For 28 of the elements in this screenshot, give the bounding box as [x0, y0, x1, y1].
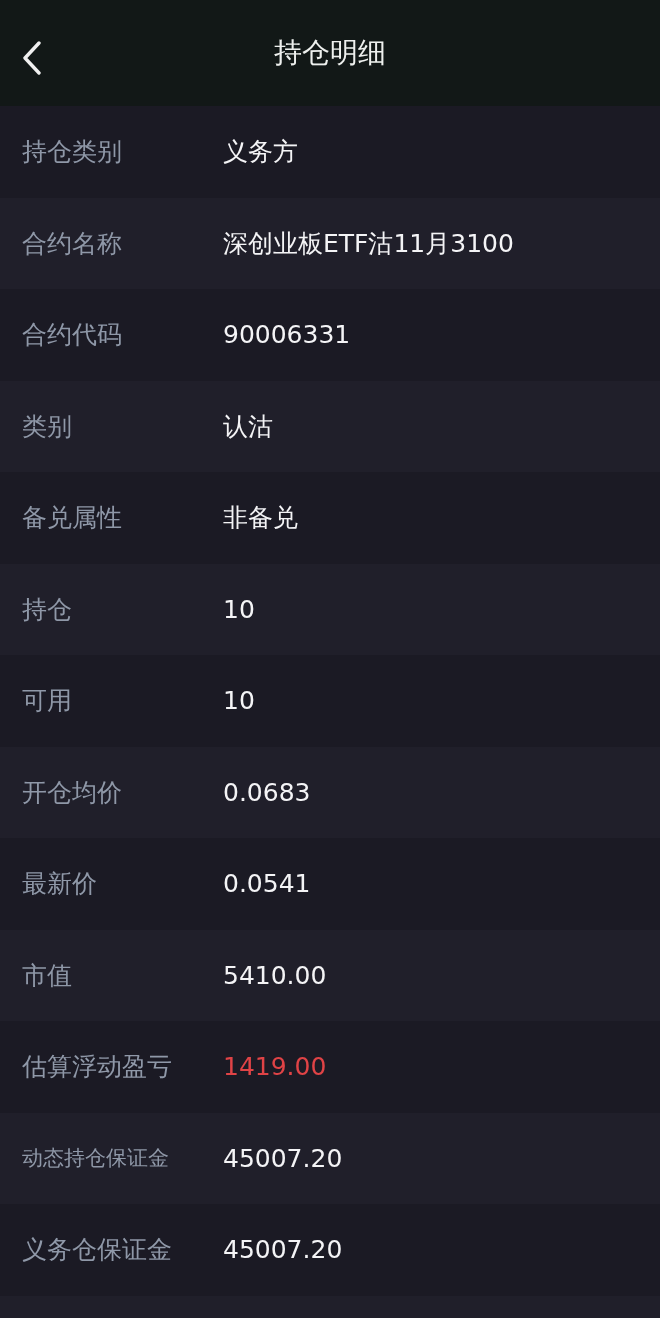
field-value: 0.0683: [223, 777, 311, 807]
field-label: 合约名称: [22, 227, 123, 260]
field-label: 持仓: [22, 593, 73, 626]
field-value: 10: [223, 686, 255, 716]
field-label: 合约代码: [22, 319, 123, 352]
field-value: 深创业板ETF沽11月3100: [223, 227, 514, 260]
field-value: 45007.20: [223, 1143, 343, 1173]
field-label: 开仓均价: [22, 776, 123, 809]
field-value: 1419.00: [223, 1052, 327, 1082]
field-label: 估算浮动盈亏: [22, 1051, 173, 1084]
field-label: 义务仓保证金: [22, 1234, 173, 1267]
field-label: 持仓类别: [22, 136, 123, 169]
field-label: 备兑属性: [22, 502, 123, 535]
field-label: 类别: [22, 410, 73, 443]
field-value: 0.0541: [223, 869, 311, 899]
field-value: 10: [223, 594, 255, 624]
field-value: 5410.00: [223, 960, 327, 990]
field-value: 非备兑: [223, 502, 298, 535]
field-value: 认沽: [223, 410, 273, 443]
field-value: 义务方: [223, 136, 298, 169]
field-label: 可用: [22, 685, 73, 718]
field-value: 45007.20: [223, 1235, 343, 1265]
field-label: 最新价: [22, 868, 98, 901]
page-title: 持仓明细: [274, 35, 386, 71]
field-value: 90006331: [223, 320, 351, 350]
field-label: 市值: [22, 959, 73, 992]
back-icon: [22, 41, 42, 75]
field-label: 动态持仓保证金: [22, 1145, 170, 1173]
